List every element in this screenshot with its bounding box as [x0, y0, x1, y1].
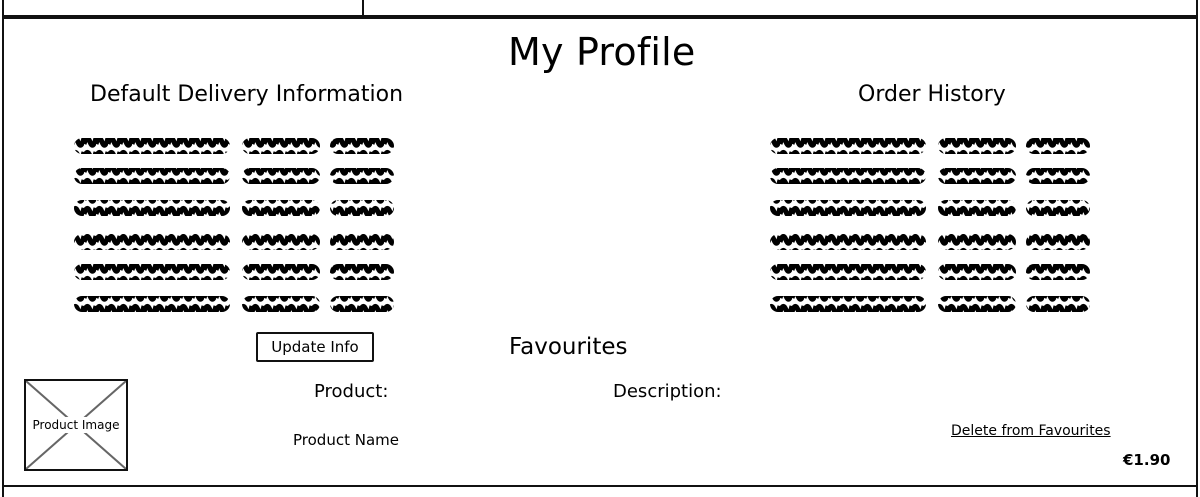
- product-name: Product Name: [293, 431, 399, 449]
- update-info-button[interactable]: Update Info: [256, 332, 374, 362]
- product-image-placeholder: Product Image: [24, 379, 128, 471]
- footer-frame: [2, 486, 1198, 497]
- delivery-info-heading: Default Delivery Information: [90, 82, 404, 107]
- top-nav-cell-right: [362, 0, 1198, 17]
- favourites-heading: Favourites: [509, 334, 628, 360]
- top-nav-cell-left: [2, 0, 364, 17]
- order-history-text-placeholder: [768, 134, 1090, 320]
- product-image-label: Product Image: [30, 417, 122, 433]
- description-label: Description:: [613, 381, 722, 402]
- page-title: My Profile: [508, 30, 696, 74]
- delivery-info-text-placeholder: [72, 134, 394, 320]
- product-label: Product:: [314, 381, 389, 402]
- delete-from-favourites-link[interactable]: Delete from Favourites: [951, 423, 1111, 439]
- product-price: €1.90: [1123, 451, 1171, 469]
- top-nav-frame: [0, 0, 1200, 18]
- order-history-heading: Order History: [858, 82, 1006, 107]
